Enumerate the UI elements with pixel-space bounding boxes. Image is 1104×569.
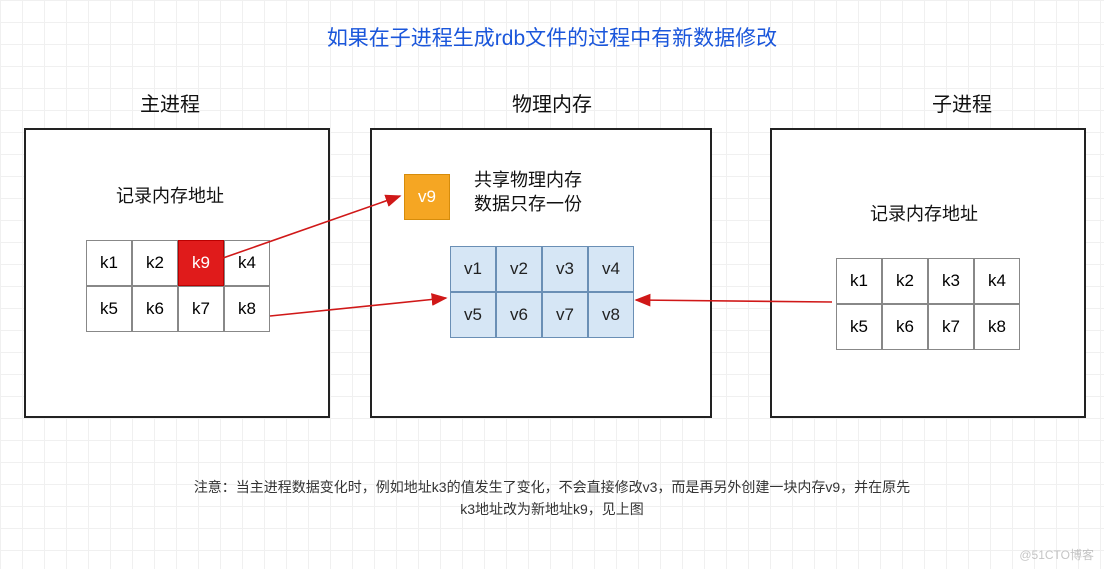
addr-cell-k6: k6 bbox=[132, 286, 178, 332]
addr-cell-k4: k4 bbox=[974, 258, 1020, 304]
mem-cell-v6: v6 bbox=[496, 292, 542, 338]
mem-cell-v7: v7 bbox=[542, 292, 588, 338]
mem-cell-v4: v4 bbox=[588, 246, 634, 292]
addr-cell-k5: k5 bbox=[836, 304, 882, 350]
child-address-grid: k1k2k3k4 k5k6k7k8 bbox=[836, 258, 1020, 350]
main-address-grid: k1k2k9k4 k5k6k7k8 bbox=[86, 240, 270, 332]
child-sub-label: 记录内存地址 bbox=[870, 202, 978, 226]
label-child-process: 子进程 bbox=[932, 88, 992, 117]
mem-value-grid: v1v2v3v4 v5v6v7v8 bbox=[450, 246, 634, 338]
main-sub-label: 记录内存地址 bbox=[116, 184, 224, 208]
watermark: @51CTO博客 bbox=[1019, 546, 1094, 563]
mem-sub-label: 共享物理内存 数据只存一份 bbox=[474, 168, 582, 217]
panel-physical-memory: v9 共享物理内存 数据只存一份 v1v2v3v4 v5v6v7v8 bbox=[370, 128, 712, 418]
addr-cell-k9: k9 bbox=[178, 240, 224, 286]
addr-cell-k3: k3 bbox=[928, 258, 974, 304]
mem-cell-v8: v8 bbox=[588, 292, 634, 338]
addr-cell-k7: k7 bbox=[928, 304, 974, 350]
label-main-process: 主进程 bbox=[140, 88, 200, 117]
label-physical-memory: 物理内存 bbox=[512, 88, 592, 117]
diagram-title: 如果在子进程生成rdb文件的过程中有新数据修改 bbox=[0, 22, 1104, 52]
footnote: 注意：当主进程数据变化时，例如地址k3的值发生了变化，不会直接修改v3，而是再另… bbox=[0, 476, 1104, 521]
mem-cell-v5: v5 bbox=[450, 292, 496, 338]
panel-main-process: 记录内存地址 k1k2k9k4 k5k6k7k8 bbox=[24, 128, 330, 418]
addr-cell-k5: k5 bbox=[86, 286, 132, 332]
addr-cell-k6: k6 bbox=[882, 304, 928, 350]
panel-child-process: 记录内存地址 k1k2k3k4 k5k6k7k8 bbox=[770, 128, 1086, 418]
v9-block: v9 bbox=[404, 174, 450, 220]
addr-cell-k2: k2 bbox=[132, 240, 178, 286]
addr-cell-k4: k4 bbox=[224, 240, 270, 286]
addr-cell-k1: k1 bbox=[86, 240, 132, 286]
addr-cell-k8: k8 bbox=[224, 286, 270, 332]
mem-cell-v2: v2 bbox=[496, 246, 542, 292]
mem-cell-v1: v1 bbox=[450, 246, 496, 292]
addr-cell-k8: k8 bbox=[974, 304, 1020, 350]
footnote-line-2: k3地址改为新地址k9，见上图 bbox=[0, 498, 1104, 520]
addr-cell-k1: k1 bbox=[836, 258, 882, 304]
mem-cell-v3: v3 bbox=[542, 246, 588, 292]
footnote-line-1: 注意：当主进程数据变化时，例如地址k3的值发生了变化，不会直接修改v3，而是再另… bbox=[0, 476, 1104, 498]
addr-cell-k7: k7 bbox=[178, 286, 224, 332]
addr-cell-k2: k2 bbox=[882, 258, 928, 304]
